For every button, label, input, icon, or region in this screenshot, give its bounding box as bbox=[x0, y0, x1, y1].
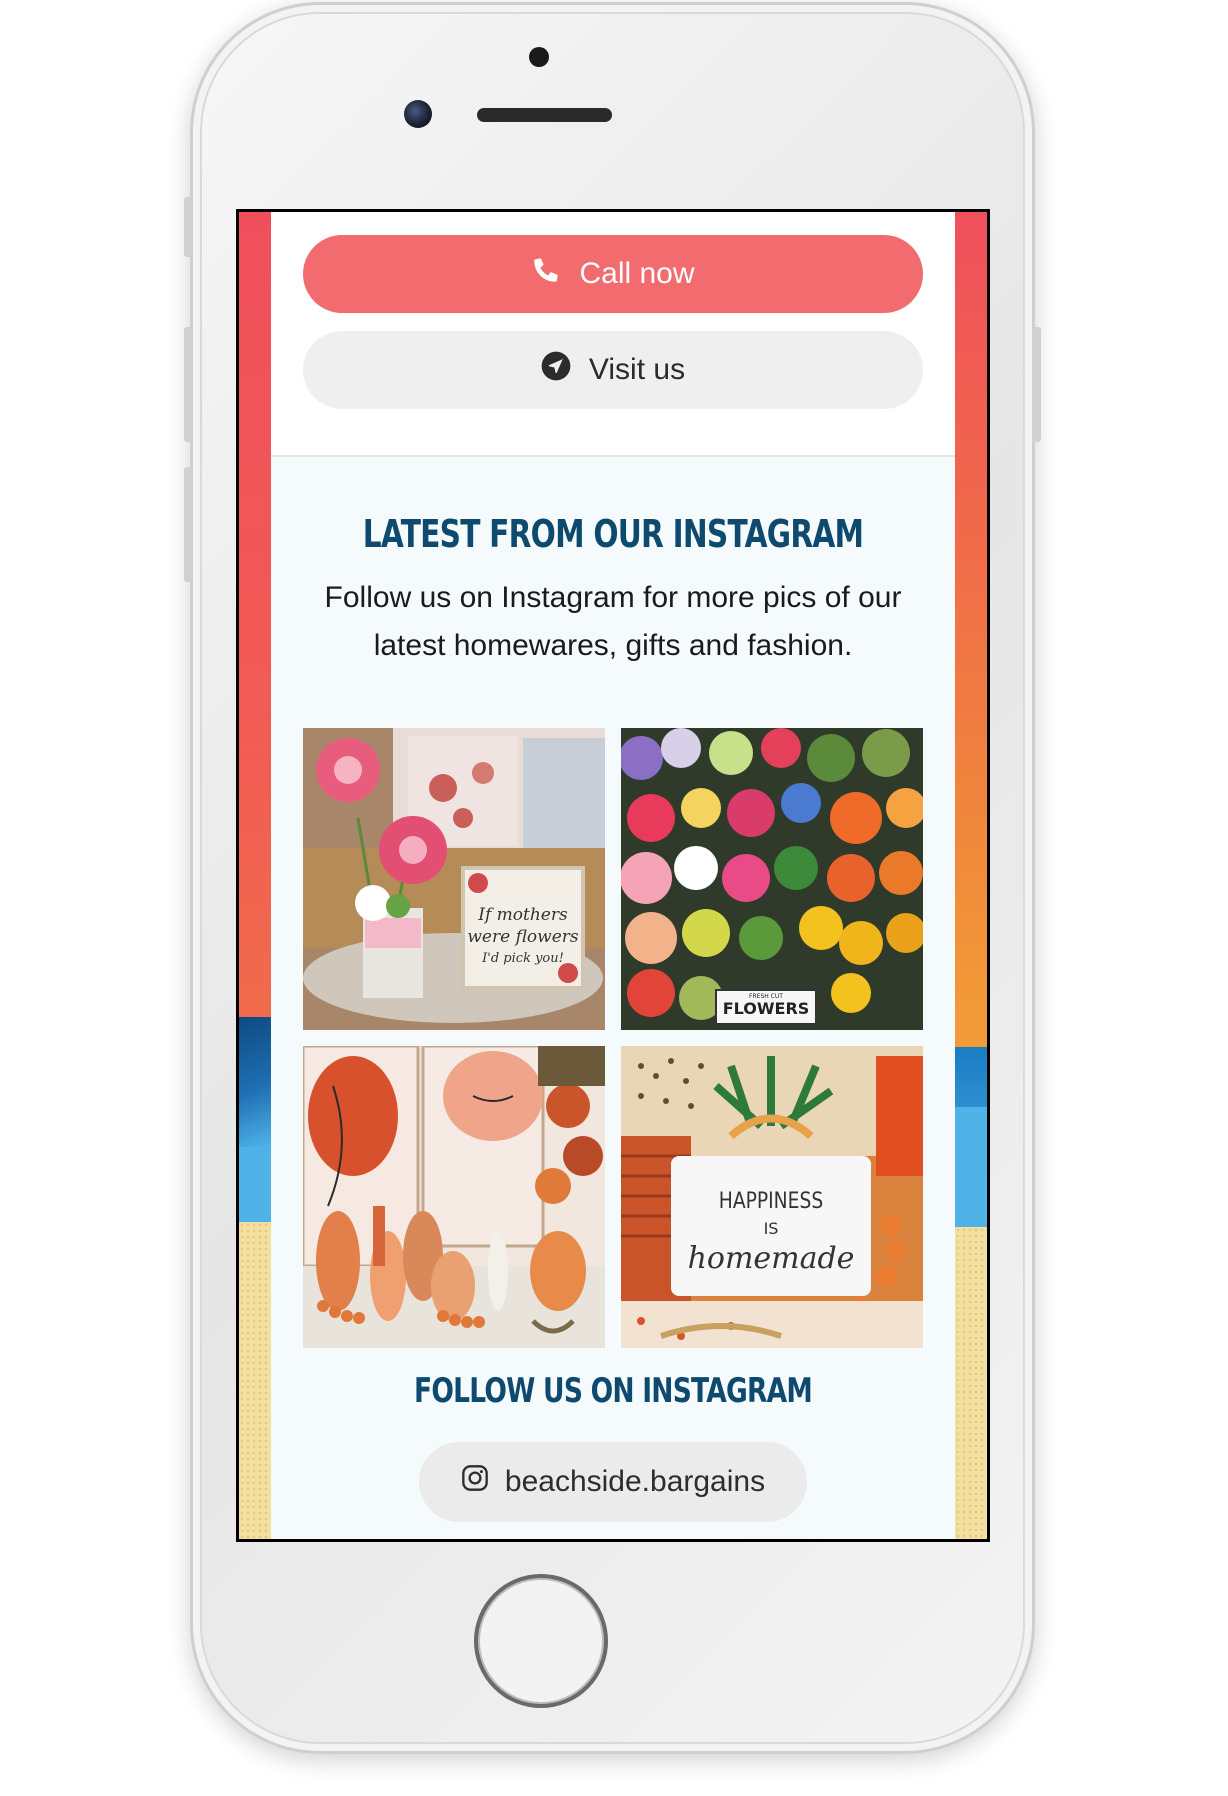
front-camera bbox=[404, 100, 432, 128]
page-content: Call now Visit us LATEST FROM OUR INSTAG… bbox=[271, 212, 955, 1539]
location-arrow-icon bbox=[541, 351, 571, 389]
svg-text:I'd pick you!: I'd pick you! bbox=[481, 951, 564, 966]
instagram-handle-button[interactable]: beachside.bargains bbox=[419, 1442, 807, 1522]
svg-text:HAPPINESS: HAPPINESS bbox=[719, 1188, 823, 1214]
svg-text:IS: IS bbox=[764, 1219, 779, 1238]
left-decor-band bbox=[239, 212, 271, 1539]
visit-us-button[interactable]: Visit us bbox=[303, 331, 923, 409]
instagram-heading: LATEST FROM OUR INSTAGRAM bbox=[362, 512, 864, 556]
call-now-button[interactable]: Call now bbox=[303, 235, 923, 313]
proximity-sensor bbox=[529, 47, 549, 67]
phone-screen: Call now Visit us LATEST FROM OUR INSTAG… bbox=[236, 209, 990, 1542]
instagram-icon bbox=[461, 1464, 489, 1500]
web-page: Call now Visit us LATEST FROM OUR INSTAG… bbox=[239, 212, 987, 1539]
contact-actions: Call now Visit us bbox=[271, 212, 955, 457]
instagram-post-2[interactable]: FLOWERS FRESH CUT bbox=[621, 728, 923, 1030]
volume-up-button bbox=[184, 327, 192, 442]
follow-heading: FOLLOW US ON INSTAGRAM bbox=[413, 1371, 813, 1411]
svg-text:FLOWERS: FLOWERS bbox=[723, 999, 810, 1018]
instagram-post-4[interactable]: HAPPINESS IS homemade bbox=[621, 1046, 923, 1348]
call-now-label: Call now bbox=[579, 257, 695, 290]
instagram-section: LATEST FROM OUR INSTAGRAM Follow us on I… bbox=[271, 457, 955, 1539]
earpiece-speaker bbox=[477, 108, 612, 122]
visit-us-label: Visit us bbox=[588, 353, 686, 386]
volume-down-button bbox=[184, 467, 192, 582]
instagram-grid: If mothers were flowers I'd pick you! FL… bbox=[303, 728, 923, 1348]
instagram-intro: Follow us on Instagram for more pics of … bbox=[324, 581, 902, 662]
instagram-post-1[interactable]: If mothers were flowers I'd pick you! bbox=[303, 728, 605, 1030]
instagram-handle-label: beachside.bargains bbox=[504, 1465, 766, 1498]
svg-text:If mothers: If mothers bbox=[477, 905, 568, 925]
home-button[interactable] bbox=[474, 1574, 608, 1708]
phone-icon bbox=[531, 255, 561, 293]
svg-text:FRESH CUT: FRESH CUT bbox=[749, 993, 783, 1000]
svg-text:homemade: homemade bbox=[688, 1241, 855, 1276]
instagram-post-3[interactable] bbox=[303, 1046, 605, 1348]
power-button bbox=[1033, 327, 1041, 442]
svg-text:were flowers: were flowers bbox=[467, 927, 579, 947]
silent-switch bbox=[184, 197, 192, 257]
right-decor-band bbox=[955, 212, 987, 1539]
